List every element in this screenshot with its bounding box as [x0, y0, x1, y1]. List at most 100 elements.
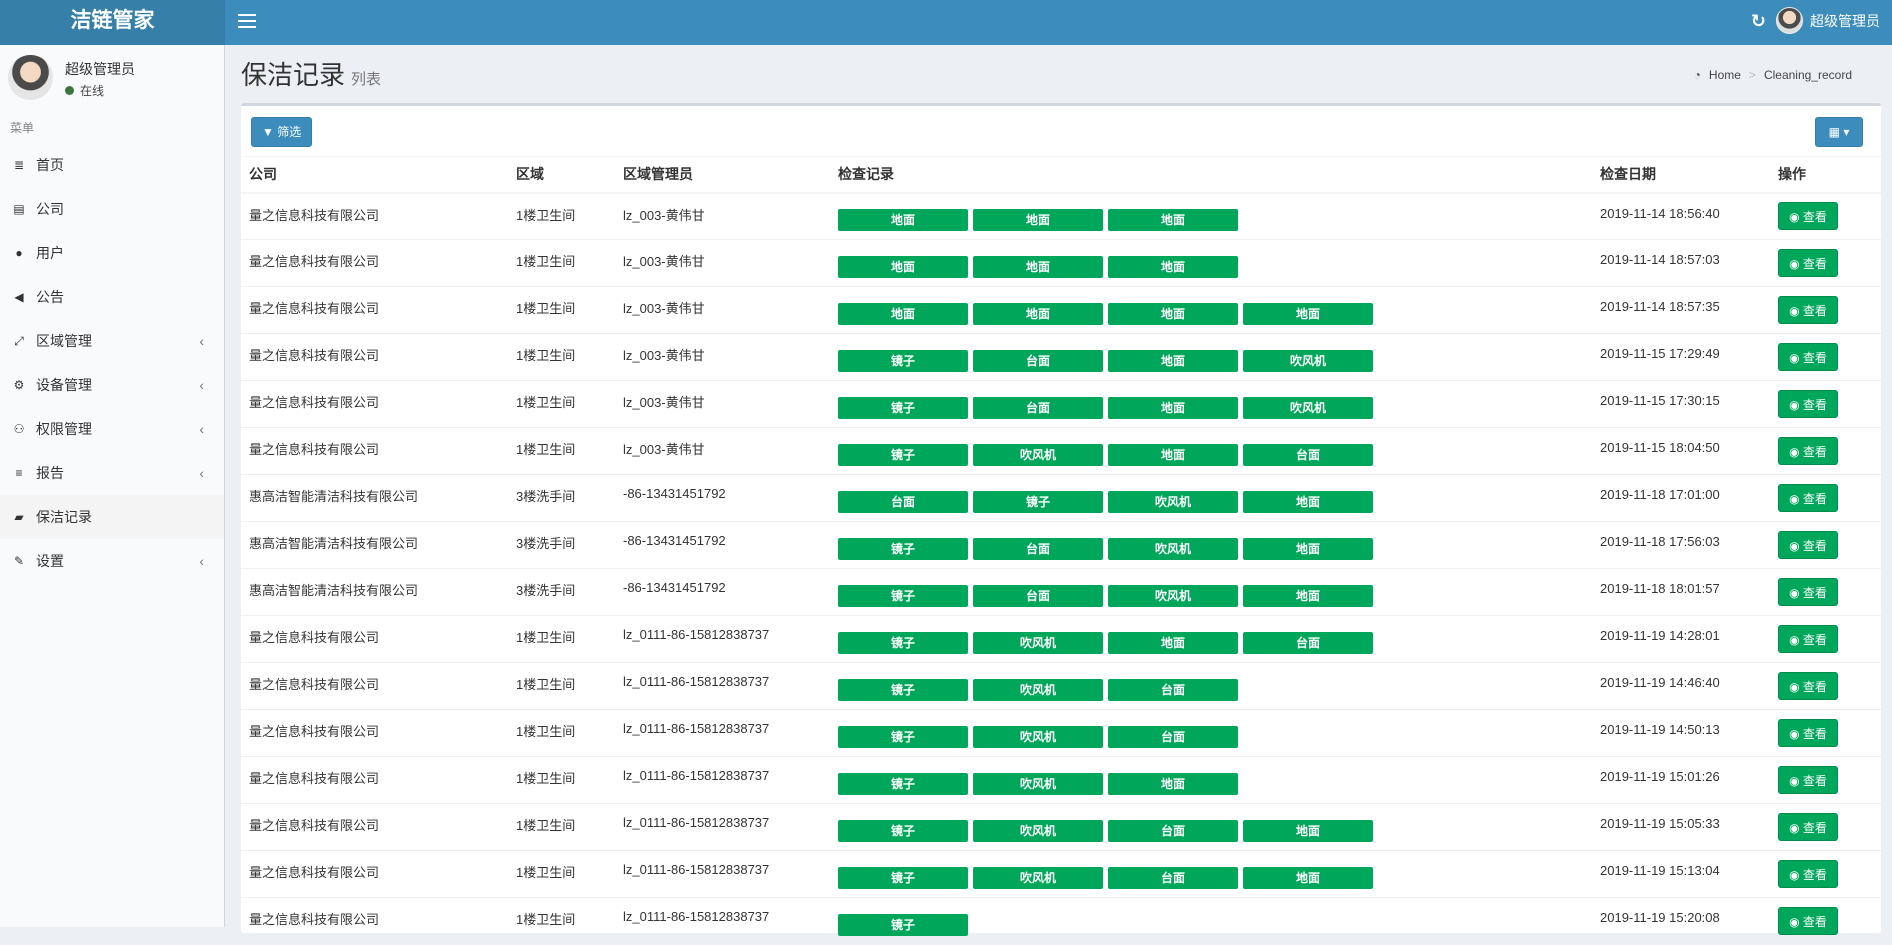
- sidebar-item[interactable]: ▤ 公司: [0, 187, 224, 231]
- view-button[interactable]: ◉ 查看: [1778, 625, 1838, 653]
- record-tag[interactable]: 台面: [973, 396, 1103, 419]
- view-button[interactable]: ◉ 查看: [1778, 390, 1838, 418]
- record-tag[interactable]: 镜子: [838, 725, 968, 748]
- record-tag[interactable]: 地面: [838, 208, 968, 231]
- view-button[interactable]: ◉ 查看: [1778, 437, 1838, 465]
- record-tag[interactable]: 镜子: [838, 443, 968, 466]
- record-tag[interactable]: 地面: [1243, 866, 1373, 889]
- filter-button[interactable]: ▼ 筛选: [251, 117, 313, 147]
- record-tag[interactable]: 台面: [973, 349, 1103, 372]
- record-tag[interactable]: 镜子: [838, 678, 968, 701]
- record-tag[interactable]: 台面: [1108, 819, 1238, 842]
- app-logo[interactable]: 洁链管家: [0, 0, 225, 45]
- record-tag[interactable]: 吹风机: [973, 866, 1103, 889]
- record-tag[interactable]: 地面: [1108, 349, 1238, 372]
- record-tags: 镜子: [838, 913, 1592, 936]
- sidebar-item[interactable]: ✎ 设置 ‹: [0, 539, 224, 583]
- record-tag[interactable]: 台面: [1108, 678, 1238, 701]
- record-tag[interactable]: 吹风机: [973, 725, 1103, 748]
- record-tag[interactable]: 地面: [973, 255, 1103, 278]
- view-button[interactable]: ◉ 查看: [1778, 672, 1838, 700]
- record-tag[interactable]: 吹风机: [973, 631, 1103, 654]
- record-tag[interactable]: 吹风机: [1108, 490, 1238, 513]
- record-tag[interactable]: 镜子: [838, 866, 968, 889]
- record-tag[interactable]: 吹风机: [1243, 396, 1373, 419]
- record-tag[interactable]: 地面: [1243, 537, 1373, 560]
- record-tag[interactable]: 地面: [838, 255, 968, 278]
- record-tag[interactable]: 台面: [1243, 443, 1373, 466]
- view-button[interactable]: ◉ 查看: [1778, 813, 1838, 841]
- view-button[interactable]: ◉ 查看: [1778, 719, 1838, 747]
- sidebar-item[interactable]: ≣ 首页: [0, 143, 224, 187]
- view-button[interactable]: ◉ 查看: [1778, 860, 1838, 888]
- sidebar-item[interactable]: ◀ 公告: [0, 275, 224, 319]
- record-tag[interactable]: 地面: [973, 302, 1103, 325]
- record-tag[interactable]: 镜子: [838, 537, 968, 560]
- sidebar-item[interactable]: ⚙ 设备管理 ‹: [0, 363, 224, 407]
- sidebar-toggle-icon[interactable]: [238, 10, 256, 32]
- record-tag[interactable]: 吹风机: [1243, 349, 1373, 372]
- record-tag[interactable]: 镜子: [838, 349, 968, 372]
- record-tags: 镜子 吹风机 地面: [838, 772, 1592, 795]
- sidebar-item[interactable]: ⚇ 权限管理 ‹: [0, 407, 224, 451]
- view-button[interactable]: ◉ 查看: [1778, 531, 1838, 559]
- records-cell: 镜子 台面 吹风机 地面: [830, 521, 1592, 569]
- refresh-icon[interactable]: ↻: [1751, 11, 1766, 32]
- record-tag[interactable]: 台面: [1108, 866, 1238, 889]
- records-cell: 镜子 台面 吹风机 地面: [830, 568, 1592, 616]
- user-menu[interactable]: 超级管理员: [1776, 7, 1880, 34]
- sidebar-item[interactable]: ⤢ 区域管理 ‹: [0, 319, 224, 363]
- record-tag[interactable]: 地面: [973, 208, 1103, 231]
- record-tag[interactable]: 地面: [1243, 584, 1373, 607]
- record-tag[interactable]: 地面: [1108, 255, 1238, 278]
- record-tag[interactable]: 镜子: [838, 913, 968, 936]
- record-tag[interactable]: 镜子: [973, 490, 1103, 513]
- record-tag[interactable]: 吹风机: [973, 678, 1103, 701]
- record-tag[interactable]: 地面: [1108, 443, 1238, 466]
- action-cell: ◉ 查看: [1770, 615, 1881, 663]
- record-tag[interactable]: 地面: [1108, 302, 1238, 325]
- record-tag[interactable]: 地面: [1243, 302, 1373, 325]
- record-tag[interactable]: 地面: [1243, 819, 1373, 842]
- record-tag[interactable]: 地面: [1108, 772, 1238, 795]
- record-tag[interactable]: 吹风机: [973, 443, 1103, 466]
- view-button[interactable]: ◉ 查看: [1778, 484, 1838, 512]
- record-tag[interactable]: 台面: [973, 584, 1103, 607]
- record-tag[interactable]: 镜子: [838, 396, 968, 419]
- record-tag[interactable]: 镜子: [838, 584, 968, 607]
- record-tag[interactable]: 地面: [1108, 396, 1238, 419]
- record-tag[interactable]: 地面: [1243, 490, 1373, 513]
- record-tag[interactable]: 吹风机: [1108, 584, 1238, 607]
- sidebar-item[interactable]: ● 用户: [0, 231, 224, 275]
- record-tag[interactable]: 台面: [973, 537, 1103, 560]
- view-button[interactable]: ◉ 查看: [1778, 296, 1838, 324]
- records-cell: 镜子 吹风机 地面 台面: [830, 427, 1592, 475]
- record-tag[interactable]: 地面: [838, 302, 968, 325]
- view-button[interactable]: ◉ 查看: [1778, 907, 1838, 936]
- view-button[interactable]: ◉ 查看: [1778, 578, 1838, 606]
- view-button[interactable]: ◉ 查看: [1778, 766, 1838, 794]
- record-tag[interactable]: 镜子: [838, 631, 968, 654]
- record-tag[interactable]: 台面: [1108, 725, 1238, 748]
- sidebar-item-label: 报告: [36, 465, 64, 481]
- records-cell: 台面 镜子 吹风机 地面: [830, 474, 1592, 522]
- record-tag[interactable]: 镜子: [838, 819, 968, 842]
- breadcrumb-home[interactable]: Home: [1709, 68, 1741, 82]
- record-tag[interactable]: 地面: [1108, 631, 1238, 654]
- record-tag[interactable]: 吹风机: [973, 772, 1103, 795]
- record-tag[interactable]: 地面: [1108, 208, 1238, 231]
- column-toggle-button[interactable]: ▦ ▾: [1815, 117, 1863, 147]
- record-tag[interactable]: 吹风机: [1108, 537, 1238, 560]
- sidebar-item-label: 区域管理: [36, 333, 92, 349]
- view-button[interactable]: ◉ 查看: [1778, 343, 1838, 371]
- view-button[interactable]: ◉ 查看: [1778, 202, 1838, 231]
- sidebar-item[interactable]: ▰ 保洁记录: [0, 495, 224, 539]
- view-button[interactable]: ◉ 查看: [1778, 249, 1838, 277]
- sidebar-item[interactable]: ≡ 报告 ‹: [0, 451, 224, 495]
- sidebar-item-label: 用户: [36, 245, 64, 261]
- record-tags: 地面 地面 地面: [838, 255, 1592, 278]
- record-tag[interactable]: 台面: [838, 490, 968, 513]
- record-tag[interactable]: 吹风机: [973, 819, 1103, 842]
- record-tag[interactable]: 台面: [1243, 631, 1373, 654]
- record-tag[interactable]: 镜子: [838, 772, 968, 795]
